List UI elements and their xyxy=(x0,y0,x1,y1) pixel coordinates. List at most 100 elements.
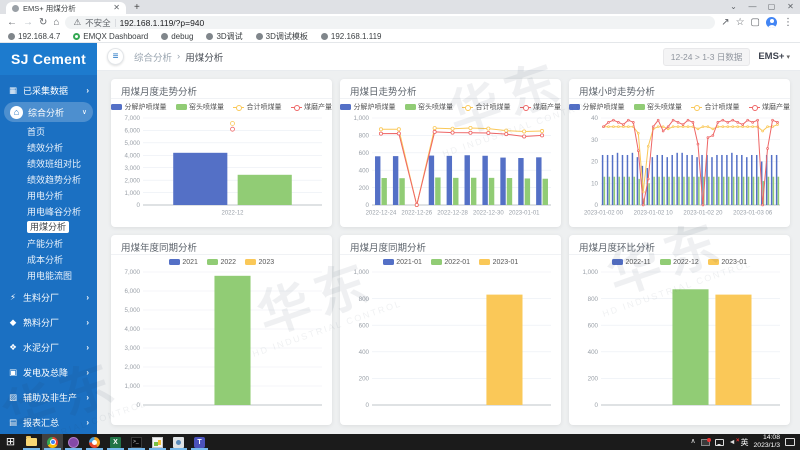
action-center-icon[interactable] xyxy=(785,438,795,446)
report-icon: ▤ xyxy=(8,417,18,428)
svg-text:2022-12-30: 2022-12-30 xyxy=(473,211,504,217)
legend-line-marker xyxy=(462,104,473,110)
legend-item[interactable]: 2022 xyxy=(207,259,236,266)
chart-legend: 分解炉喷煤量窑头喷煤量合计喷煤量煤磨产量 xyxy=(569,99,790,112)
legend-item[interactable]: 2022-11 xyxy=(612,259,651,266)
tab-close-icon[interactable]: ✕ xyxy=(113,4,120,12)
browser-tab[interactable]: EMS+ 用煤分析 ✕ xyxy=(6,2,126,14)
share-icon[interactable]: ↗ xyxy=(721,18,729,28)
svg-text:600: 600 xyxy=(359,322,370,329)
sidebar-toggle-icon[interactable]: ≡ xyxy=(107,48,124,65)
tray-chat-icon[interactable] xyxy=(715,439,724,446)
taskbar-gray-app[interactable] xyxy=(168,434,189,450)
legend-item[interactable]: 煤磨产量 xyxy=(520,102,562,112)
bookmark-item[interactable]: 3D调试模板 xyxy=(256,31,308,42)
app-menu-dropdown[interactable]: EMS+▾ xyxy=(758,51,790,62)
legend-item[interactable]: 合计喷煤量 xyxy=(233,102,282,112)
home-icon[interactable]: ⌂ xyxy=(53,18,59,28)
date-range-button[interactable]: 12-24 > 1-3 日数据 xyxy=(663,48,751,66)
url-bar[interactable]: ⚠ 不安全 192.168.1.119/?p=940 xyxy=(65,16,715,29)
sidebar-item-electricity-analysis[interactable]: 用电分析 xyxy=(0,187,97,203)
legend-label: 分解炉喷煤量 xyxy=(354,102,396,112)
svg-text:0: 0 xyxy=(137,402,141,409)
sidebar-item-power-generation[interactable]: ▣发电及总降› xyxy=(0,361,97,383)
sidebar-item-energy-flow-diagram[interactable]: 用电能流图 xyxy=(0,267,97,283)
legend-item[interactable]: 合计喷煤量 xyxy=(462,102,511,112)
legend-item[interactable]: 2023-01 xyxy=(708,259,747,266)
browser-menu-icon[interactable]: ⋮ xyxy=(783,18,793,28)
tray-expand-icon[interactable]: ∧ xyxy=(690,438,695,446)
bookmark-item[interactable]: EMQX Dashboard xyxy=(73,32,148,41)
legend-item[interactable]: 2021-01 xyxy=(383,259,422,266)
ime-indicator[interactable]: 英 xyxy=(741,437,749,448)
breadcrumb-current: 用煤分析 xyxy=(185,50,223,64)
legend-item[interactable]: 2021 xyxy=(169,259,198,266)
forward-icon[interactable]: → xyxy=(23,18,33,28)
svg-text:3,000: 3,000 xyxy=(125,165,141,172)
legend-item[interactable]: 分解炉喷煤量 xyxy=(340,102,396,112)
sidebar-item-homepage[interactable]: 首页 xyxy=(0,123,97,139)
profile-avatar[interactable] xyxy=(766,17,777,28)
legend-item[interactable]: 分解炉喷煤量 xyxy=(569,102,625,112)
legend-line-marker xyxy=(749,104,760,110)
window-maximize-button[interactable]: ▢ xyxy=(762,0,781,14)
sidebar-item-raw-material-plant[interactable]: ⚡生料分厂› xyxy=(0,286,97,308)
reload-icon[interactable]: ↻ xyxy=(39,18,47,28)
taskbar-colorful-app[interactable] xyxy=(84,434,105,450)
taskbar-chrome[interactable] xyxy=(42,434,63,450)
chart-panel-yearly-compare: 用煤年度同期分析 202120222023 01,0002,0003,0004,… xyxy=(111,235,332,425)
bookmark-item[interactable]: 192.168.1.119 xyxy=(321,32,382,41)
legend-item[interactable]: 窑头喷煤量 xyxy=(634,102,683,112)
window-close-button[interactable]: ✕ xyxy=(781,0,800,14)
legend-item[interactable]: 分解炉喷煤量 xyxy=(111,102,167,112)
taskbar-excel[interactable]: X xyxy=(105,434,126,450)
sidebar-item-coal-analysis[interactable]: 用煤分析 xyxy=(0,219,97,235)
sidebar-item-performance-team-compare[interactable]: 绩效班组对比 xyxy=(0,155,97,171)
legend-item[interactable]: 窑头喷煤量 xyxy=(176,102,225,112)
sidebar-item-performance-trend[interactable]: 绩效趋势分析 xyxy=(0,171,97,187)
side-panel-icon[interactable]: ▢ xyxy=(751,18,760,28)
new-tab-button[interactable]: + xyxy=(134,2,140,14)
bookmark-item[interactable]: debug xyxy=(161,32,193,41)
speaker-muted-icon[interactable]: ◄ xyxy=(729,439,736,446)
legend-item[interactable]: 窑头喷煤量 xyxy=(405,102,454,112)
tab-search-icon[interactable]: ⌄ xyxy=(724,0,743,14)
purple-app-icon xyxy=(68,437,79,448)
start-button[interactable]: ⊞ xyxy=(0,434,21,450)
taskbar-clock[interactable]: 14:08 2023/1/3 xyxy=(754,434,780,450)
legend-label: 分解炉喷煤量 xyxy=(125,102,167,112)
taskbar-editor[interactable] xyxy=(147,434,168,450)
back-icon[interactable]: ← xyxy=(7,18,17,28)
legend-item[interactable]: 煤磨产量 xyxy=(749,102,791,112)
legend-item[interactable]: 2023 xyxy=(245,259,274,266)
chevron-down-icon: ∨ xyxy=(82,108,87,116)
taskbar-file-explorer[interactable] xyxy=(21,434,42,450)
sidebar-item-report-summary[interactable]: ▤报表汇总› xyxy=(0,411,97,433)
legend-item[interactable]: 煤磨产量 xyxy=(291,102,333,112)
legend-item[interactable]: 2022-01 xyxy=(431,259,470,266)
legend-item[interactable]: 2023-01 xyxy=(479,259,518,266)
legend-item[interactable]: 2022-12 xyxy=(660,259,699,266)
bookmark-item[interactable]: 192.168.4.7 xyxy=(8,32,60,41)
svg-text:0: 0 xyxy=(366,202,370,209)
tray-notification-icon[interactable] xyxy=(701,439,710,446)
legend-bar-marker xyxy=(176,104,187,110)
sidebar-item-capacity-analysis[interactable]: 产能分析 xyxy=(0,235,97,251)
legend-item[interactable]: 合计喷煤量 xyxy=(691,102,740,112)
sidebar-item-comprehensive-analysis[interactable]: ⌂ 综合分析 ∨ xyxy=(4,102,93,122)
sidebar-item-clinker-plant[interactable]: ◆熟料分厂› xyxy=(0,311,97,333)
bookmark-item[interactable]: 3D调试 xyxy=(206,31,242,42)
taskbar-purple-app[interactable] xyxy=(63,434,84,450)
terminal-icon: >_ xyxy=(131,437,142,448)
window-minimize-button[interactable]: — xyxy=(743,0,762,14)
sidebar-item-cost-analysis[interactable]: 成本分析 xyxy=(0,251,97,267)
bookmark-star-icon[interactable]: ☆ xyxy=(736,18,745,28)
taskbar-teams[interactable]: T xyxy=(189,434,210,450)
sidebar-item-performance-analysis[interactable]: 绩效分析 xyxy=(0,139,97,155)
taskbar-terminal[interactable]: >_ xyxy=(126,434,147,450)
breadcrumb-root[interactable]: 综合分析 xyxy=(134,50,172,64)
sidebar-item-auxiliary-nonproduction[interactable]: ▨辅助及非生产› xyxy=(0,386,97,408)
sidebar-item-cement-plant[interactable]: ❖水泥分厂› xyxy=(0,336,97,358)
sidebar-item-electricity-peak-valley[interactable]: 用电峰谷分析 xyxy=(0,203,97,219)
sidebar-item-collected-data[interactable]: ▦ 已采集数据 › xyxy=(0,79,97,101)
